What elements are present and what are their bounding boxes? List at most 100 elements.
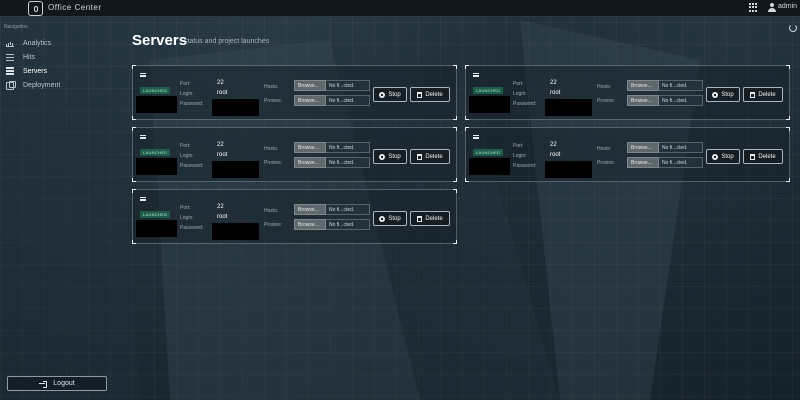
hosts-file-name: No fi...cted. xyxy=(659,142,703,153)
hosts-browse-button[interactable]: Browse... xyxy=(627,80,659,91)
delete-label: Delete xyxy=(425,215,443,222)
port-label: Port: xyxy=(513,143,524,149)
port-label: Port: xyxy=(180,81,191,87)
loading-spinner-icon xyxy=(789,24,797,32)
proxies-file-input[interactable]: Browse... No fi...cted. xyxy=(294,157,370,168)
delete-button[interactable]: Delete xyxy=(410,149,450,164)
proxies-browse-button[interactable]: Browse... xyxy=(627,157,659,168)
delete-label: Delete xyxy=(425,91,443,98)
login-label: Login: xyxy=(180,91,194,97)
nav-heading: Navigation xyxy=(4,24,28,30)
proxies-label: Proxies: xyxy=(264,160,283,166)
login-value: root xyxy=(217,90,228,96)
logout-icon xyxy=(39,380,48,388)
hosts-file-input[interactable]: Browse... No fi...cted. xyxy=(294,204,370,215)
status-badge: LAUNCHED xyxy=(473,149,504,156)
stop-button[interactable]: Stop xyxy=(706,149,740,164)
port-value: 22 xyxy=(550,142,557,148)
hosts-file-name: No fi...cted. xyxy=(326,142,370,153)
sidebar-item-deployment[interactable]: Deployment xyxy=(6,79,106,91)
sidebar-item-servers[interactable]: Servers xyxy=(6,65,106,77)
status-badge: LAUNCHED xyxy=(140,87,171,94)
server-card: LAUNCHED Port: Login: Password: 22 root … xyxy=(465,127,790,182)
analytics-icon xyxy=(6,39,15,47)
redacted-password xyxy=(212,223,259,240)
apps-grid-icon[interactable] xyxy=(749,3,758,12)
user-name[interactable]: admin xyxy=(778,3,797,10)
server-card: LAUNCHED Port: Login: Password: 22 root … xyxy=(465,65,790,120)
hosts-browse-button[interactable]: Browse... xyxy=(294,80,326,91)
proxies-file-name: No fi...cted. xyxy=(326,219,370,230)
delete-button[interactable]: Delete xyxy=(410,87,450,102)
port-value: 22 xyxy=(217,204,224,210)
stop-button[interactable]: Stop xyxy=(373,211,407,226)
hosts-file-input[interactable]: Browse... No fi...cted. xyxy=(294,142,370,153)
proxies-file-name: No fi...cted. xyxy=(659,157,703,168)
proxies-browse-button[interactable]: Browse... xyxy=(294,157,326,168)
stop-label: Stop xyxy=(388,153,401,160)
redacted-host xyxy=(469,96,510,113)
proxies-label: Proxies: xyxy=(264,98,283,104)
menu-icon[interactable] xyxy=(473,73,479,77)
status-badge: LAUNCHED xyxy=(140,211,171,218)
hosts-file-name: No fi...cted. xyxy=(326,204,370,215)
sidebar-item-label: Servers xyxy=(23,67,48,75)
proxies-file-input[interactable]: Browse... No fi...cted. xyxy=(627,157,703,168)
stop-button[interactable]: Stop xyxy=(373,149,407,164)
stop-icon xyxy=(712,91,719,98)
proxies-browse-button[interactable]: Browse... xyxy=(627,95,659,106)
redacted-password xyxy=(212,161,259,178)
delete-button[interactable]: Delete xyxy=(743,149,783,164)
proxies-file-input[interactable]: Browse... No fi...cted. xyxy=(294,95,370,106)
stop-label: Stop xyxy=(388,91,401,98)
redacted-password xyxy=(545,99,592,116)
hosts-label: Hosts: xyxy=(597,146,612,152)
password-label: Password: xyxy=(180,163,204,169)
proxies-file-input[interactable]: Browse... No fi...cted. xyxy=(294,219,370,230)
hosts-browse-button[interactable]: Browse... xyxy=(294,142,326,153)
app-logo-icon[interactable] xyxy=(28,1,43,16)
proxies-browse-button[interactable]: Browse... xyxy=(294,95,326,106)
sidebar-item-hits[interactable]: Hits xyxy=(6,51,106,63)
redacted-host xyxy=(469,158,510,175)
login-label: Login: xyxy=(180,153,194,159)
hosts-file-input[interactable]: Browse... No fi...cted. xyxy=(627,80,703,91)
proxies-browse-button[interactable]: Browse... xyxy=(294,219,326,230)
stop-button[interactable]: Stop xyxy=(706,87,740,102)
stop-label: Stop xyxy=(721,91,734,98)
hosts-browse-button[interactable]: Browse... xyxy=(627,142,659,153)
menu-icon[interactable] xyxy=(473,135,479,139)
login-label: Login: xyxy=(513,91,527,97)
proxies-file-name: No fi...cted. xyxy=(326,157,370,168)
port-label: Port: xyxy=(180,205,191,211)
menu-icon[interactable] xyxy=(140,197,146,201)
menu-icon[interactable] xyxy=(140,73,146,77)
hosts-file-input[interactable]: Browse... No fi...cted. xyxy=(627,142,703,153)
password-label: Password: xyxy=(513,101,537,107)
menu-icon[interactable] xyxy=(140,135,146,139)
page-subtitle: status and project launches xyxy=(184,38,270,45)
hosts-label: Hosts: xyxy=(264,84,279,90)
proxies-file-input[interactable]: Browse... No fi...cted. xyxy=(627,95,703,106)
stop-icon xyxy=(379,215,386,222)
trash-icon xyxy=(417,215,423,222)
delete-label: Delete xyxy=(758,153,776,160)
redacted-host xyxy=(136,220,177,237)
stop-button[interactable]: Stop xyxy=(373,87,407,102)
delete-label: Delete xyxy=(425,153,443,160)
delete-button[interactable]: Delete xyxy=(410,211,450,226)
hosts-browse-button[interactable]: Browse... xyxy=(294,204,326,215)
sidebar-item-analytics[interactable]: Analytics xyxy=(6,37,106,49)
hosts-file-input[interactable]: Browse... No fi...cted. xyxy=(294,80,370,91)
proxies-label: Proxies: xyxy=(264,222,283,228)
hosts-label: Hosts: xyxy=(597,84,612,90)
proxies-file-name: No fi...cted. xyxy=(659,95,703,106)
stop-label: Stop xyxy=(388,215,401,222)
deployment-icon xyxy=(6,81,16,90)
delete-button[interactable]: Delete xyxy=(743,87,783,102)
redacted-password xyxy=(212,99,259,116)
logout-button[interactable]: Logout xyxy=(7,376,107,391)
delete-label: Delete xyxy=(758,91,776,98)
stop-icon xyxy=(379,153,386,160)
user-icon[interactable] xyxy=(768,3,776,12)
